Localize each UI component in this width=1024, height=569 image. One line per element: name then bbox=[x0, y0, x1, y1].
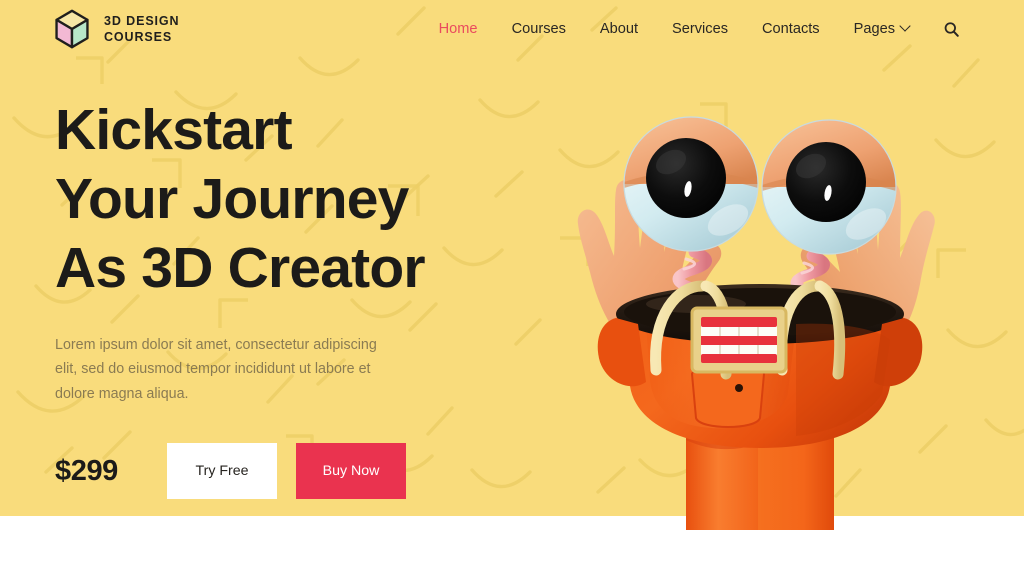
page-root: 3D DESIGN COURSES Home Courses About Ser… bbox=[0, 0, 1024, 569]
right-eyeball bbox=[761, 119, 897, 255]
mouth bbox=[690, 306, 788, 374]
3d-robot-character bbox=[577, 116, 935, 530]
left-eyeball bbox=[623, 116, 759, 252]
price-label: $299 bbox=[55, 454, 118, 487]
nav-item-contacts[interactable]: Contacts bbox=[745, 21, 837, 37]
page-title: Kickstart Your Journey As 3D Creator bbox=[55, 98, 426, 300]
nav-item-home[interactable]: Home bbox=[422, 21, 495, 37]
cube-icon bbox=[55, 9, 89, 49]
nav-item-pages-label: Pages bbox=[853, 21, 895, 37]
chevron-down-icon bbox=[899, 20, 911, 32]
search-icon[interactable] bbox=[940, 18, 962, 40]
hero-copy: Kickstart Your Journey As 3D Creator Lor… bbox=[55, 96, 525, 407]
try-free-button[interactable]: Try Free bbox=[167, 443, 277, 499]
hero-subtitle: Lorem ipsum dolor sit amet, consectetur … bbox=[55, 336, 377, 403]
cta-row: $299 Try Free Buy Now bbox=[55, 443, 406, 499]
main-navigation: Home Courses About Services Contacts Pag… bbox=[422, 0, 962, 58]
nav-item-services[interactable]: Services bbox=[655, 21, 745, 37]
brand-logo[interactable]: 3D DESIGN COURSES bbox=[52, 8, 179, 50]
nav-item-about[interactable]: About bbox=[583, 21, 655, 37]
nav-item-pages[interactable]: Pages bbox=[837, 20, 926, 37]
site-header: 3D DESIGN COURSES Home Courses About Ser… bbox=[0, 0, 1024, 58]
nav-item-courses[interactable]: Courses bbox=[495, 21, 583, 37]
buy-now-button[interactable]: Buy Now bbox=[296, 443, 406, 499]
brand-name: 3D DESIGN COURSES bbox=[104, 14, 180, 44]
